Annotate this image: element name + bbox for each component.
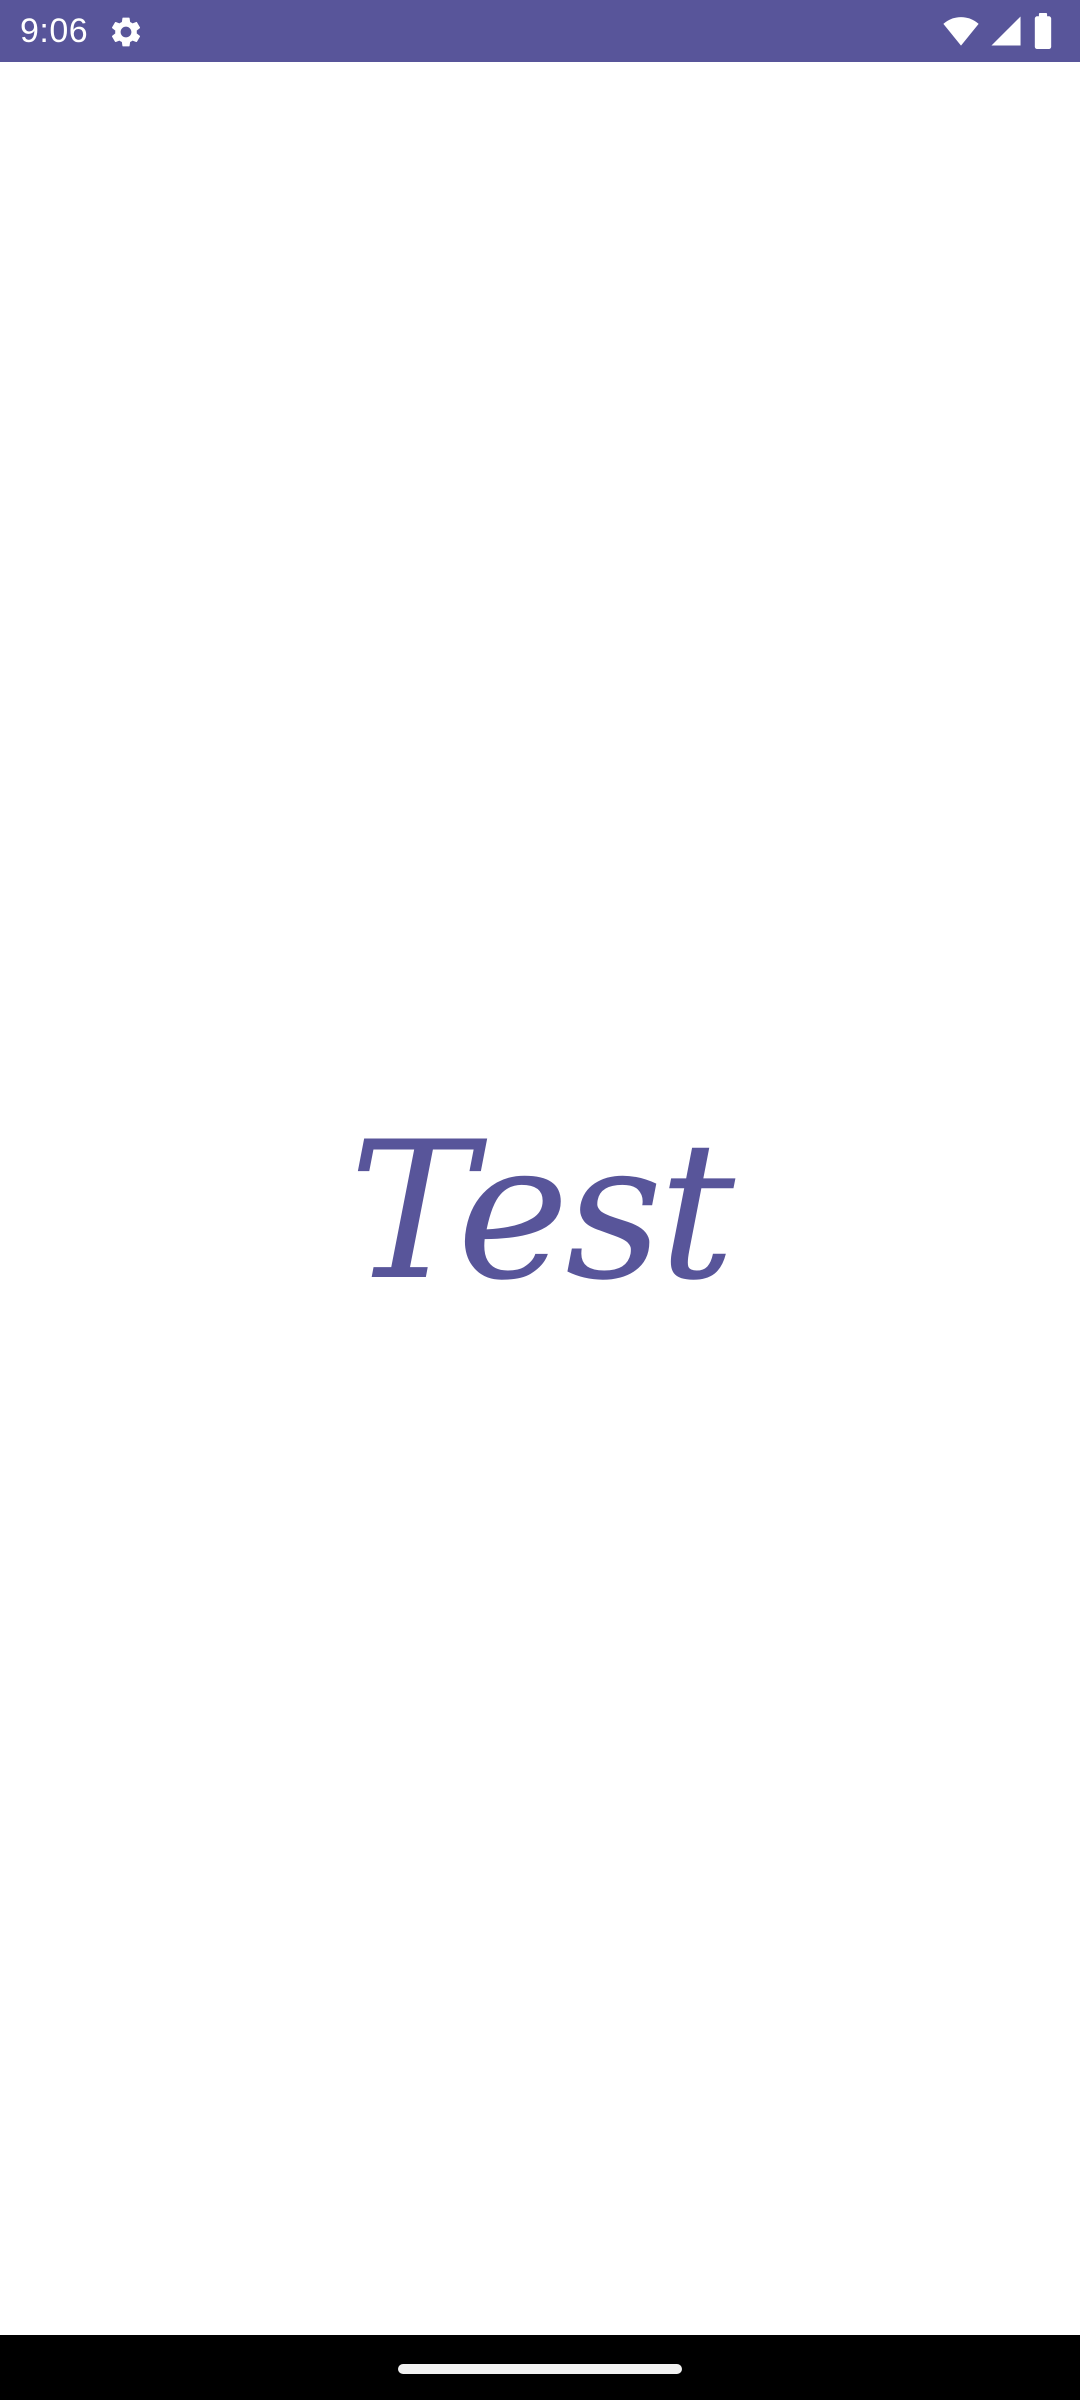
gear-icon — [108, 14, 144, 50]
status-time: 9:06 — [20, 12, 89, 50]
battery-icon — [1032, 13, 1054, 49]
app-screen: 9:06 Test — [0, 0, 1080, 2400]
status-bar: 9:06 — [0, 0, 1080, 62]
navigation-bar — [0, 2335, 1080, 2400]
status-icons — [942, 12, 1054, 50]
wifi-icon — [942, 14, 980, 48]
home-gesture-handle[interactable] — [398, 2364, 682, 2374]
cellular-signal-icon — [990, 14, 1022, 48]
splash-content: Test — [0, 62, 1080, 2335]
splash-title: Test — [348, 1101, 735, 1322]
